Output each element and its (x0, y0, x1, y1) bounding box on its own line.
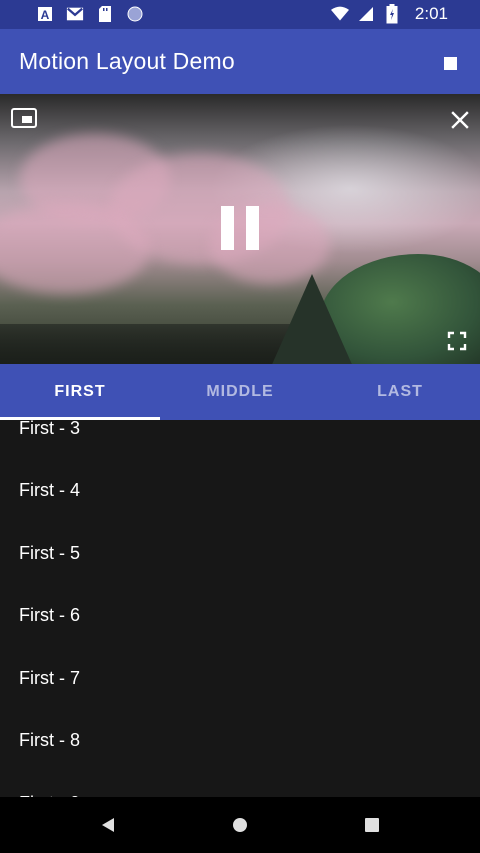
pine-tree-image (270, 274, 354, 364)
tab-bar: FIRST MIDDLE LAST (0, 364, 480, 420)
stop-button[interactable] (438, 51, 462, 75)
back-icon[interactable] (97, 814, 119, 836)
tab-last[interactable]: LAST (320, 364, 480, 420)
sd-card-icon (96, 5, 114, 23)
wifi-icon (330, 5, 349, 23)
a-app-icon: A (36, 5, 54, 23)
pause-icon[interactable] (220, 206, 260, 252)
gmail-icon (66, 5, 84, 23)
status-bar: A 2:01 (0, 0, 480, 29)
navigation-bar (0, 797, 480, 853)
tab-first[interactable]: FIRST (0, 364, 160, 420)
signal-icon (357, 5, 375, 23)
app-title: Motion Layout Demo (19, 48, 235, 74)
status-time: 2:01 (414, 4, 448, 23)
app-bar: Motion Layout Demo (0, 29, 480, 94)
recents-icon[interactable] (361, 814, 383, 836)
home-icon[interactable] (229, 814, 251, 836)
list-item[interactable]: First - 4 (0, 459, 480, 521)
status-notification-icons: A (36, 5, 144, 23)
status-system-icons: 2:01 (330, 4, 448, 24)
svg-text:A: A (41, 8, 50, 22)
video-player[interactable] (0, 94, 480, 364)
stop-icon (443, 56, 457, 70)
list-item[interactable]: First - 8 (0, 709, 480, 771)
list-item[interactable]: First - 9 (0, 772, 480, 798)
list-item[interactable]: First - 5 (0, 522, 480, 584)
pip-icon[interactable] (11, 108, 37, 128)
list-item[interactable]: First - 7 (0, 647, 480, 709)
tab-middle[interactable]: MIDDLE (160, 364, 320, 420)
close-icon[interactable] (446, 106, 474, 134)
circle-icon (126, 5, 144, 23)
item-list[interactable]: First - 3 First - 4 First - 5 First - 6 … (0, 420, 480, 797)
list-item[interactable]: First - 3 (0, 420, 480, 459)
fullscreen-icon[interactable] (446, 330, 468, 352)
battery-icon (383, 4, 401, 24)
list-item[interactable]: First - 6 (0, 584, 480, 646)
